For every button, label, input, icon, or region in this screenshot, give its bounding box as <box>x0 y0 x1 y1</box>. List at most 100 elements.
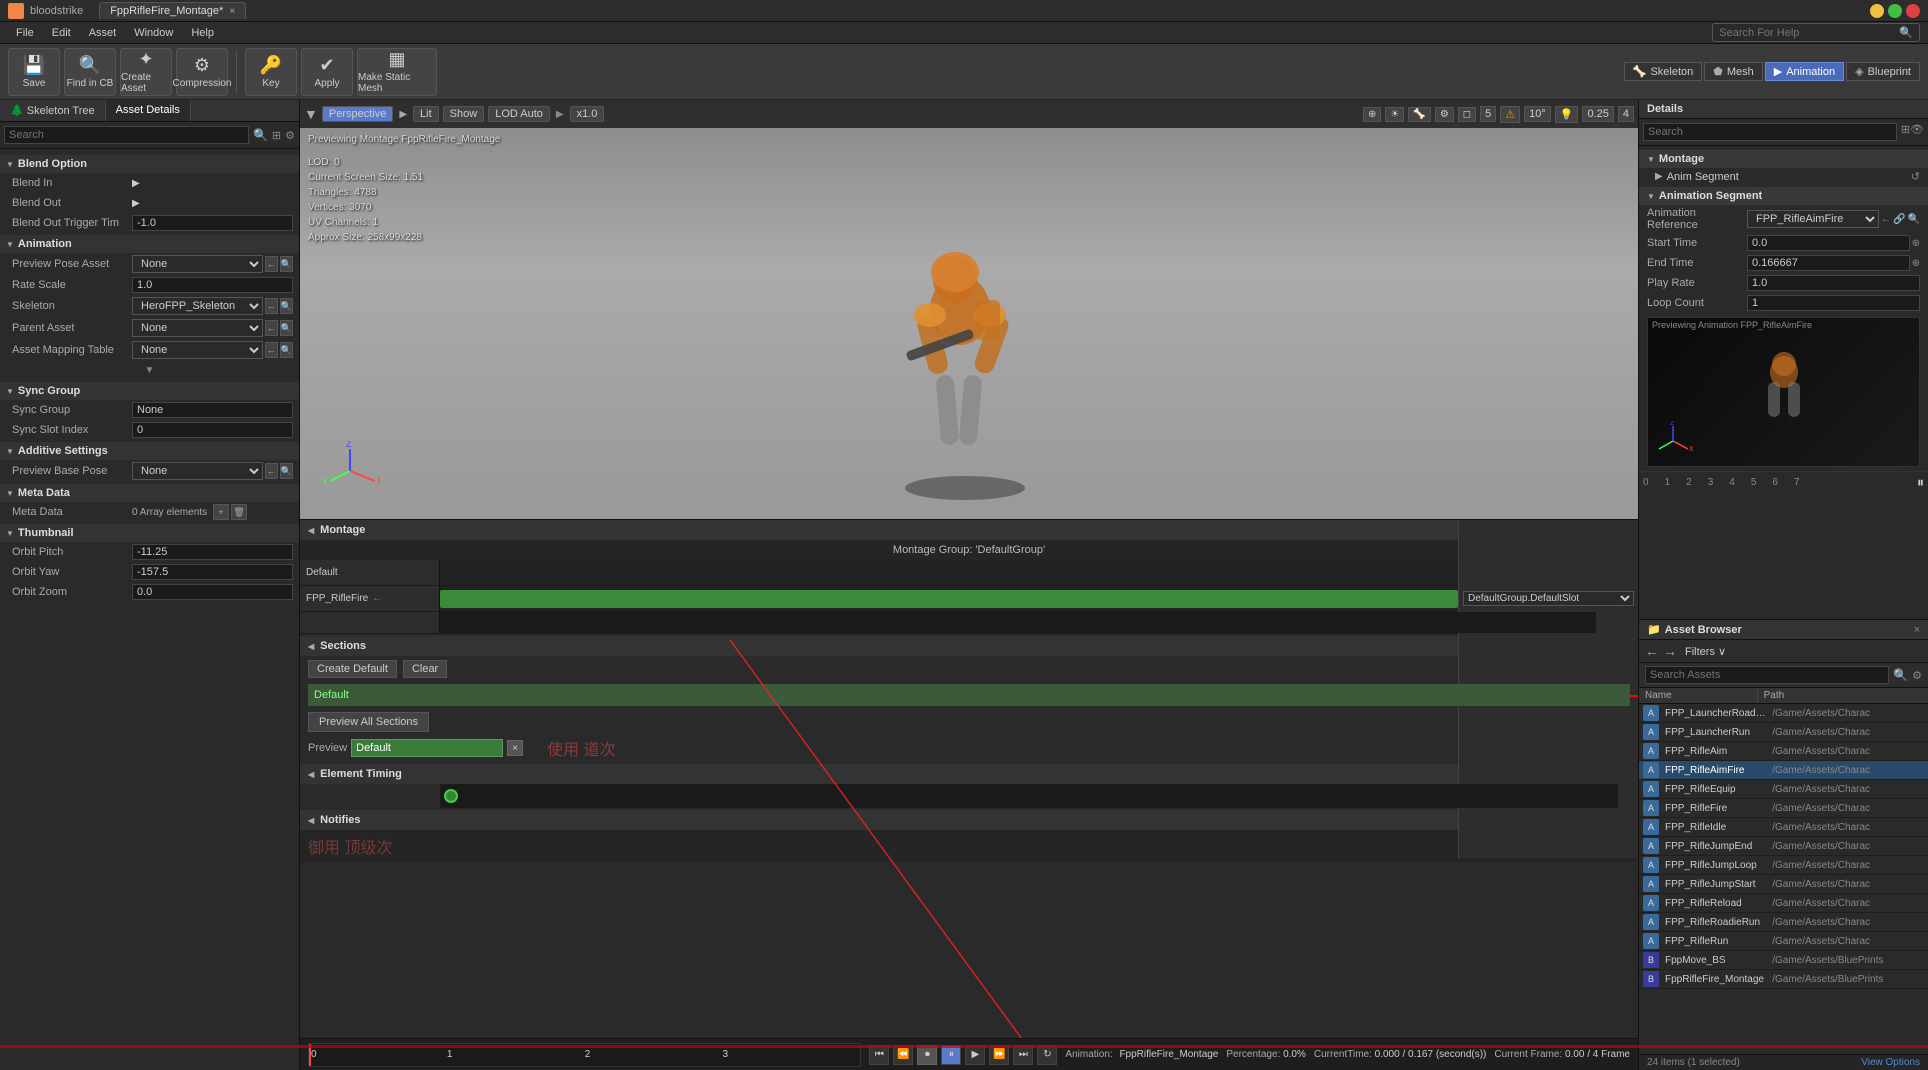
meta-data-delete-icon[interactable]: 🗑 <box>231 504 247 520</box>
asset-mapping-search-icon[interactable]: 🔍 <box>280 342 293 358</box>
light-settings-icon[interactable]: ☀ <box>1385 107 1404 122</box>
menu-window[interactable]: Window <box>126 25 181 41</box>
menu-file[interactable]: File <box>8 25 42 41</box>
save-button[interactable]: 💾 Save <box>8 48 60 96</box>
montage-section-header[interactable]: Montage <box>300 520 1638 540</box>
create-default-btn[interactable]: Create Default <box>308 660 397 678</box>
minimize-btn[interactable] <box>1870 4 1884 18</box>
wireframe-icon[interactable]: ◻ <box>1458 107 1476 122</box>
nav-forward-btn[interactable]: → <box>1663 643 1677 659</box>
play-rate-input[interactable] <box>1747 275 1920 291</box>
close-btn[interactable] <box>1906 4 1920 18</box>
rate-scale-input[interactable] <box>132 277 293 293</box>
orbit-pitch-input[interactable] <box>132 544 293 560</box>
preview-pose-select[interactable]: None <box>132 255 263 273</box>
settings-icon[interactable]: ⚙ <box>285 129 295 142</box>
preview-pose-search-icon[interactable]: 🔍 <box>280 256 293 272</box>
viewport[interactable]: ▼ Perspective ▶ Lit Show LOD Auto ▶ x1.0… <box>300 100 1638 520</box>
preview-base-pose-select[interactable]: None <box>132 462 263 480</box>
asset-item[interactable]: AFPP_RifleJumpLoop/Game/Assets/Charac <box>1639 856 1928 875</box>
scale-snap-btn[interactable]: 0.25 <box>1582 106 1613 122</box>
sync-group-section[interactable]: Sync Group <box>0 382 299 400</box>
asset-item[interactable]: BFppMove_BS/Game/Assets/BluePrints <box>1639 951 1928 970</box>
anim-ref-nav-icon[interactable]: ← <box>1881 214 1891 225</box>
make-static-mesh-button[interactable]: ▦ Make Static Mesh <box>357 48 437 96</box>
find-in-cb-button[interactable]: 🔍 Find in CB <box>64 48 116 96</box>
warning-icon[interactable]: ⚠ <box>1500 106 1520 123</box>
compression-button[interactable]: ⚙ Compression <box>176 48 228 96</box>
asset-details-tab[interactable]: Asset Details <box>106 100 191 121</box>
perspective-btn[interactable]: Perspective <box>322 106 393 122</box>
speed-btn[interactable]: x1.0 <box>570 106 605 122</box>
menu-help[interactable]: Help <box>183 25 222 41</box>
asset-item[interactable]: AFPP_RifleAimFire/Game/Assets/Charac <box>1639 761 1928 780</box>
anim-ref-select[interactable]: FPP_RifleAimFire <box>1747 210 1879 228</box>
meta-data-add-icon[interactable]: + <box>213 504 229 520</box>
details-settings-icon[interactable]: 👁 <box>1910 123 1924 141</box>
slot-select[interactable]: DefaultGroup.DefaultSlot <box>1463 591 1634 606</box>
skeleton-search-icon[interactable]: 🔍 <box>280 298 293 314</box>
preview-close-btn[interactable]: × <box>507 740 523 756</box>
asset-item[interactable]: AFPP_RifleEquip/Game/Assets/Charac <box>1639 780 1928 799</box>
lod-btn[interactable]: LOD Auto <box>488 106 550 122</box>
blend-option-section[interactable]: Blend Option <box>0 155 299 173</box>
loop-count-input[interactable] <box>1747 295 1920 311</box>
left-panel-search-input[interactable] <box>4 126 249 144</box>
lit-btn[interactable]: Lit <box>413 106 439 122</box>
asset-item[interactable]: AFPP_RifleIdle/Game/Assets/Charac <box>1639 818 1928 837</box>
sections-header[interactable]: Sections <box>300 636 1638 656</box>
end-time-input[interactable] <box>1747 255 1910 271</box>
asset-item[interactable]: AFPP_RifleJumpStart/Game/Assets/Charac <box>1639 875 1928 894</box>
asset-item[interactable]: BFppRifleFire_Montage/Game/Assets/BluePr… <box>1639 970 1928 989</box>
sync-slot-input[interactable] <box>132 422 293 438</box>
rotation-snap-btn[interactable]: 10° <box>1524 106 1551 122</box>
camera-settings-icon[interactable]: ⊕ <box>1363 107 1381 122</box>
anim-segment-refresh-icon[interactable]: ↺ <box>1911 170 1920 183</box>
animation-section[interactable]: Animation <box>0 235 299 253</box>
clear-btn[interactable]: Clear <box>403 660 447 678</box>
asset-item[interactable]: AFPP_RifleRun/Game/Assets/Charac <box>1639 932 1928 951</box>
animation-tab[interactable]: ▶ Animation <box>1765 62 1844 81</box>
key-button[interactable]: 🔑 Key <box>245 48 297 96</box>
asset-item[interactable]: AFPP_RifleAim/Game/Assets/Charac <box>1639 742 1928 761</box>
element-timing-header[interactable]: Element Timing <box>300 764 1638 784</box>
menu-edit[interactable]: Edit <box>44 25 79 41</box>
viewport-settings-icon[interactable]: ⚙ <box>1435 107 1454 122</box>
search-btn[interactable]: 🔍 <box>253 128 268 142</box>
thumbnail-section[interactable]: Thumbnail <box>0 524 299 542</box>
nav-back-btn[interactable]: ← <box>1645 643 1659 659</box>
start-time-icon[interactable]: ⊕ <box>1912 238 1920 249</box>
asset-item[interactable]: AFPP_RifleFire/Game/Assets/Charac <box>1639 799 1928 818</box>
filters-btn[interactable]: Filters ∨ <box>1685 645 1726 658</box>
anim-ref-link-icon[interactable]: 🔗 <box>1893 214 1905 225</box>
parent-asset-select[interactable]: None <box>132 319 263 337</box>
show-btn[interactable]: Show <box>443 106 485 122</box>
asset-item[interactable]: AFPP_LauncherRun/Game/Assets/Charac <box>1639 723 1928 742</box>
parent-nav-icon[interactable]: ← <box>265 320 278 336</box>
main-tab[interactable]: FppRifleFire_Montage* × <box>99 2 246 19</box>
camera-fov-btn[interactable]: 4 <box>1618 106 1634 122</box>
grid-view-icon[interactable]: ⊞ <box>272 129 281 142</box>
skeleton-tree-tab[interactable]: 🌲 Skeleton Tree <box>0 100 106 121</box>
base-pose-search-icon[interactable]: 🔍 <box>280 463 293 479</box>
orbit-zoom-input[interactable] <box>132 584 293 600</box>
notifies-header[interactable]: Notifies <box>300 810 1638 830</box>
asset-search-input[interactable] <box>1645 666 1889 684</box>
apply-button[interactable]: ✔ Apply <box>301 48 353 96</box>
asset-mapping-select[interactable]: None <box>132 341 263 359</box>
base-pose-nav-icon[interactable]: ← <box>265 463 278 479</box>
asset-item[interactable]: AFPP_LauncherRoadieRun/Game/Assets/Chara… <box>1639 704 1928 723</box>
preview-all-sections-btn[interactable]: Preview All Sections <box>308 712 429 732</box>
asset-view-options-icon[interactable]: ⚙ <box>1912 669 1922 682</box>
lamp-icon[interactable]: 💡 <box>1555 106 1579 123</box>
parent-search-icon[interactable]: 🔍 <box>280 320 293 336</box>
skeleton-nav-icon[interactable]: ← <box>265 298 278 314</box>
track-extra-timeline[interactable] <box>440 612 1596 633</box>
asset-search-btn[interactable]: 🔍 <box>1893 668 1908 682</box>
pause-preview-btn[interactable]: ⏸ <box>1917 474 1924 491</box>
help-search-input[interactable] <box>1719 27 1899 39</box>
orbit-yaw-input[interactable] <box>132 564 293 580</box>
et-timeline[interactable] <box>440 784 1618 808</box>
montage-details-header[interactable]: Montage <box>1639 150 1928 168</box>
blend-trigger-value[interactable] <box>132 215 293 231</box>
